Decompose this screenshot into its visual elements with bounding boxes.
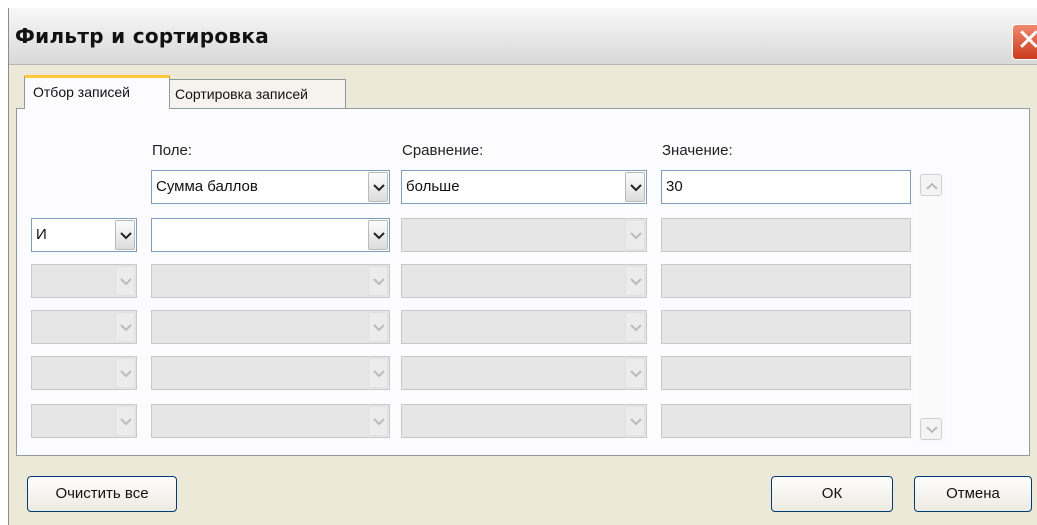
- tab-record-sorting[interactable]: Сортировка записей: [166, 79, 346, 109]
- value-input[interactable]: [661, 404, 911, 438]
- value-input[interactable]: 30: [661, 170, 911, 204]
- chevron-down-icon[interactable]: [115, 358, 135, 388]
- chevron-down-icon[interactable]: [625, 266, 645, 296]
- dialog-title: Фильтр и сортировка: [15, 24, 269, 48]
- value-input[interactable]: [661, 310, 911, 344]
- comparison-column-header: Сравнение:: [402, 142, 484, 159]
- chevron-up-icon: [926, 182, 938, 190]
- field-select[interactable]: [151, 264, 390, 298]
- tab-label: Сортировка записей: [175, 86, 308, 102]
- close-button[interactable]: ✕: [1012, 24, 1037, 60]
- value-input-value: 30: [666, 178, 683, 195]
- comparison-select[interactable]: [401, 264, 647, 298]
- chevron-down-icon[interactable]: [625, 358, 645, 388]
- chevron-down-icon[interactable]: [625, 172, 645, 202]
- chevron-down-icon[interactable]: [625, 312, 645, 342]
- field-select[interactable]: [151, 310, 390, 344]
- scroll-up-button[interactable]: [920, 174, 942, 196]
- value-input[interactable]: [661, 356, 911, 390]
- comparison-select[interactable]: [401, 404, 647, 438]
- chevron-down-icon[interactable]: [115, 406, 135, 436]
- tab-record-selection[interactable]: Отбор записей: [24, 75, 170, 109]
- connector-select[interactable]: [31, 264, 137, 298]
- field-select-value: Сумма баллов: [156, 178, 258, 195]
- chevron-down-icon[interactable]: [368, 358, 388, 388]
- comparison-select[interactable]: [401, 356, 647, 390]
- field-select[interactable]: Сумма баллов: [151, 170, 390, 204]
- connector-select[interactable]: [31, 404, 137, 438]
- chevron-down-icon[interactable]: [368, 312, 388, 342]
- rows-scrollbar[interactable]: [918, 175, 946, 443]
- comparison-select[interactable]: [401, 218, 647, 252]
- chevron-down-icon: [926, 426, 938, 434]
- field-select[interactable]: [151, 218, 390, 252]
- comparison-select[interactable]: больше: [401, 170, 647, 204]
- field-column-header: Поле:: [152, 142, 193, 159]
- clear-all-button[interactable]: Очистить все: [27, 476, 177, 512]
- comparison-select[interactable]: [401, 310, 647, 344]
- comparison-select-value: больше: [406, 178, 460, 195]
- chevron-down-icon[interactable]: [368, 172, 388, 202]
- chevron-down-icon[interactable]: [368, 220, 388, 250]
- cancel-button[interactable]: Отмена: [914, 476, 1032, 512]
- scroll-down-button[interactable]: [920, 418, 942, 440]
- chevron-down-icon[interactable]: [115, 220, 135, 250]
- value-input[interactable]: [661, 264, 911, 298]
- value-input[interactable]: [661, 218, 911, 252]
- connector-select[interactable]: [31, 356, 137, 390]
- close-icon: ✕: [1013, 25, 1037, 59]
- chevron-down-icon[interactable]: [115, 266, 135, 296]
- chevron-down-icon[interactable]: [115, 312, 135, 342]
- chevron-down-icon[interactable]: [625, 406, 645, 436]
- chevron-down-icon[interactable]: [368, 266, 388, 296]
- tab-label: Отбор записей: [33, 84, 130, 100]
- field-select[interactable]: [151, 404, 390, 438]
- chevron-down-icon[interactable]: [625, 220, 645, 250]
- connector-select[interactable]: [31, 310, 137, 344]
- value-column-header: Значение:: [662, 142, 733, 159]
- connector-select-value: И: [36, 226, 47, 243]
- ok-button[interactable]: ОК: [771, 476, 893, 512]
- field-select[interactable]: [151, 356, 390, 390]
- connector-select[interactable]: И: [31, 218, 137, 252]
- chevron-down-icon[interactable]: [368, 406, 388, 436]
- title-bar[interactable]: Фильтр и сортировка ✕: [9, 8, 1037, 65]
